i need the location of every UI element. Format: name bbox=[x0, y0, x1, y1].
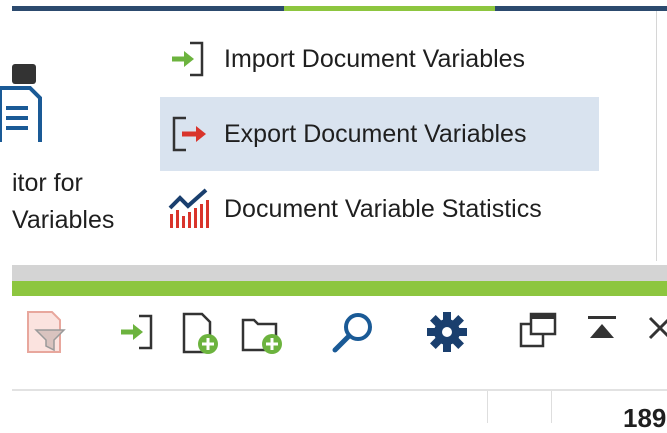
document-variables-editor-button[interactable]: itor for Variables bbox=[0, 40, 150, 250]
toolbar bbox=[12, 296, 667, 374]
filter-icon[interactable] bbox=[26, 310, 66, 354]
big-button-label-line1: itor for bbox=[12, 169, 83, 197]
document-editor-icon bbox=[0, 64, 42, 142]
window-icon[interactable] bbox=[517, 310, 559, 352]
move-to-top-icon[interactable] bbox=[584, 310, 620, 346]
column-divider bbox=[487, 391, 488, 423]
table-header-value: 189 bbox=[623, 403, 667, 433]
import-document-variables-item[interactable]: Import Document Variables bbox=[160, 22, 599, 96]
ribbon-divider bbox=[656, 11, 657, 261]
import-icon[interactable] bbox=[117, 310, 157, 354]
settings-gear-icon[interactable] bbox=[425, 310, 469, 354]
ribbon-bottom-separator bbox=[12, 265, 667, 281]
close-icon[interactable] bbox=[644, 310, 667, 346]
document-variable-statistics-label: Document Variable Statistics bbox=[224, 194, 542, 223]
accent-separator bbox=[12, 281, 667, 296]
search-icon[interactable] bbox=[330, 310, 376, 356]
big-button-label-line2: Variables bbox=[12, 206, 115, 234]
export-document-variables-label: Export Document Variables bbox=[224, 119, 527, 148]
statistics-chart-icon bbox=[168, 188, 209, 228]
new-document-icon[interactable] bbox=[180, 310, 222, 356]
import-document-variables-label: Import Document Variables bbox=[224, 44, 526, 73]
toolbar-bottom-border bbox=[12, 389, 667, 391]
column-divider bbox=[551, 391, 552, 423]
import-icon bbox=[172, 41, 204, 77]
document-variable-statistics-item[interactable]: Document Variable Statistics bbox=[160, 172, 599, 246]
new-folder-icon[interactable] bbox=[240, 310, 286, 356]
export-icon bbox=[172, 116, 206, 152]
export-document-variables-item[interactable]: Export Document Variables bbox=[160, 97, 599, 171]
